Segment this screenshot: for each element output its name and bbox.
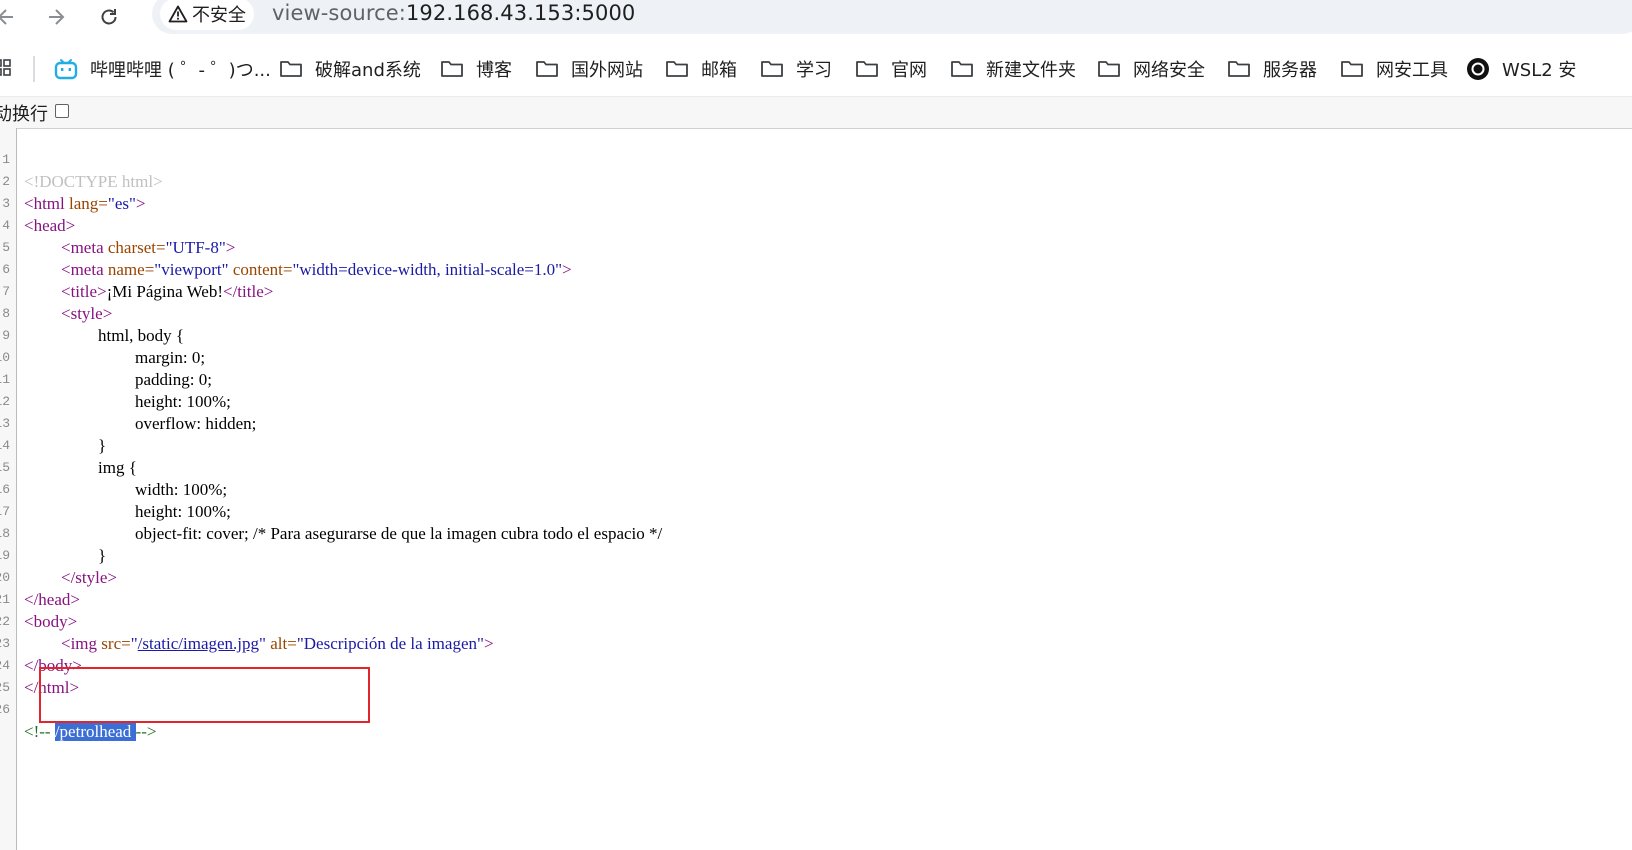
- bookmark-label: 邮箱: [701, 60, 737, 81]
- bookmark-label: 官网: [891, 60, 927, 81]
- folder-icon: [950, 59, 974, 79]
- source-line: 8 html, body {: [0, 281, 1632, 345]
- folder-icon: [535, 59, 559, 79]
- source-line: 11 height: 100%;: [0, 347, 1632, 411]
- line-number: 26: [0, 702, 10, 717]
- source-line: 2 <html lang="es">: [0, 149, 1632, 213]
- source-line: 15 width: 100%;: [0, 435, 1632, 499]
- bookmark-label: WSL2 安: [1502, 60, 1577, 81]
- security-label: 不安全: [192, 5, 246, 26]
- bookmark-folder-mail[interactable]: 邮箱: [665, 54, 737, 84]
- source-line: 22 <img src="/static/imagen.jpg" alt="De…: [0, 589, 1632, 653]
- bilibili-icon: [54, 59, 78, 80]
- line-wrap-bar: 动换行: [0, 96, 1632, 129]
- folder-icon: [1340, 59, 1364, 79]
- bookmark-folder-servers[interactable]: 服务器: [1227, 54, 1317, 84]
- bookmark-folder-security-tools[interactable]: 网安工具: [1340, 54, 1448, 84]
- source-line: 16 height: 100%;: [0, 457, 1632, 521]
- forward-arrow-icon: [49, 9, 65, 25]
- bookmark-folder-new-folder[interactable]: 新建文件夹: [950, 54, 1076, 84]
- source-line: 4 <meta charset="UTF-8">: [0, 193, 1632, 257]
- bookmark-folder-study[interactable]: 学习: [760, 54, 832, 84]
- folder-icon: [665, 59, 689, 79]
- folder-icon: [855, 59, 879, 79]
- bookmark-label: 博客: [476, 60, 512, 81]
- folder-icon: [760, 59, 784, 79]
- forward-button[interactable]: [42, 3, 70, 31]
- bookmark-folder-official-sites[interactable]: 官网: [855, 54, 927, 84]
- bookmark-folder-foreign-sites[interactable]: 国外网站: [535, 54, 643, 84]
- comment-close: -->: [135, 722, 157, 741]
- selected-text: /petrolhead: [54, 722, 136, 741]
- bookmark-label: 学习: [796, 60, 832, 81]
- bookmark-label: 新建文件夹: [986, 60, 1076, 81]
- folder-icon: [279, 59, 303, 79]
- bookmark-label: 破解and系统: [315, 60, 421, 81]
- bookmark-bilibili[interactable]: 哔哩哔哩 ( ゜- ゜)つ...: [54, 54, 271, 84]
- source-line: 6 <title>¡Mi Página Web!</title>: [0, 237, 1632, 301]
- bookmark-label: 哔哩哔哩 ( ゜- ゜)つ...: [90, 60, 271, 81]
- folder-icon: [1227, 59, 1251, 79]
- source-line: 21 <body>: [0, 567, 1632, 631]
- github-icon: [1466, 58, 1490, 80]
- source-line: 14 img {: [0, 413, 1632, 477]
- red-highlight-box: [39, 667, 370, 723]
- reload-icon: [101, 9, 117, 25]
- url-text[interactable]: view-source:192.168.43.153:5000: [272, 1, 635, 25]
- line-wrap-label: 动换行: [0, 104, 48, 125]
- source-line: 13 }: [0, 391, 1632, 455]
- source-line: 7 <style>: [0, 259, 1632, 323]
- back-button[interactable]: [0, 3, 20, 31]
- bookmarks-bar: 哔哩哔哩 ( ゜- ゜)つ... 破解and系统 博客 国外网站 邮箱 学习 官…: [0, 50, 1632, 90]
- line-wrap-checkbox[interactable]: [55, 104, 69, 118]
- bookmark-label: 服务器: [1263, 60, 1317, 81]
- bookmark-wsl2[interactable]: WSL2 安: [1466, 54, 1576, 84]
- source-line: 20 </head>: [0, 545, 1632, 609]
- apps-grid-icon[interactable]: [0, 58, 12, 78]
- url-host: 192.168.43.153:5000: [405, 1, 636, 25]
- bookmark-folder-network-security[interactable]: 网络安全: [1097, 54, 1205, 84]
- bookmark-label: 网络安全: [1133, 60, 1205, 81]
- source-line: 19 </style>: [0, 523, 1632, 587]
- bookmark-folder-blog[interactable]: 博客: [440, 54, 512, 84]
- bookmark-label: 国外网站: [571, 60, 643, 81]
- source-line: 24 </html>: [0, 633, 1632, 697]
- source-line: 9 margin: 0;: [0, 303, 1632, 367]
- warning-icon: [168, 4, 188, 24]
- source-line: 10 padding: 0;: [0, 325, 1632, 389]
- source-line: 12 overflow: hidden;: [0, 369, 1632, 433]
- folder-icon: [440, 59, 464, 79]
- reload-button[interactable]: [95, 3, 123, 31]
- folder-icon: [1097, 59, 1121, 79]
- source-line: 17 object-fit: cover; /* Para asegurarse…: [0, 479, 1632, 543]
- bookmark-folder-crack-system[interactable]: 破解and系统: [279, 54, 421, 84]
- url-scheme: view-source:: [272, 1, 406, 25]
- source-line: 23 </body>: [0, 611, 1632, 675]
- source-line: 1 <!DOCTYPE html>: [0, 127, 1632, 191]
- bookmark-label: 网安工具: [1376, 60, 1448, 81]
- line-content: <!-- /petrolhead -->: [24, 721, 156, 743]
- security-chip[interactable]: 不安全: [160, 0, 254, 30]
- comment-open: <!--: [24, 722, 55, 741]
- source-line: 5 <meta name="viewport" content="width=d…: [0, 215, 1632, 279]
- bookmarks-separator: [33, 56, 35, 82]
- source-line: 3 <head>: [0, 171, 1632, 235]
- browser-toolbar: 不安全 view-source:192.168.43.153:5000: [0, 0, 1632, 34]
- back-arrow-icon: [0, 9, 13, 25]
- source-line: 18 }: [0, 501, 1632, 565]
